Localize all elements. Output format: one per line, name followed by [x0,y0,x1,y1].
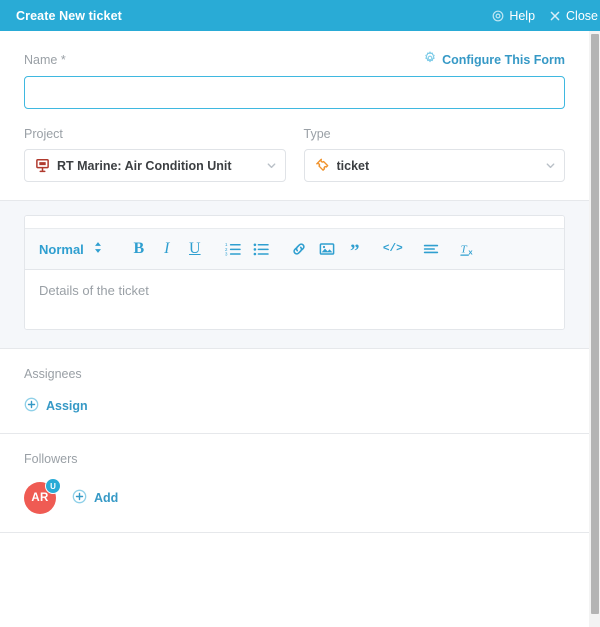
close-button[interactable]: Close [549,9,598,23]
scrollbar-thumb[interactable] [591,34,599,614]
avatar[interactable]: AR U [24,478,61,514]
name-field-header: Name * Configure This Form [24,51,565,68]
configure-form-link[interactable]: Configure This Form [423,51,565,68]
italic-icon[interactable]: I [153,235,181,263]
assignees-label: Assignees [24,367,82,381]
type-select[interactable]: ticket [303,149,565,182]
chevron-down-icon [545,160,556,171]
create-ticket-dialog: Create New ticket Help Close Name * Conf… [0,0,600,627]
project-field-group: Project RT Marine: Air Condition Unit [24,127,286,182]
configure-form-label: Configure This Form [442,52,565,67]
image-icon[interactable] [313,235,341,263]
lifebuoy-icon [492,10,504,22]
editor-top-strip [25,216,564,229]
description-editor: Normal B I U 1 2 3 ” </> T x Details of … [24,215,565,330]
underline-icon[interactable]: U [181,235,209,263]
description-placeholder: Details of the ticket [39,283,149,298]
type-field-group: Type ticket [303,127,565,182]
close-label: Close [566,8,598,23]
chevron-updown-icon [93,241,103,257]
close-icon [549,10,561,22]
avatar-badge: U [45,478,61,494]
description-editor-panel: Normal B I U 1 2 3 ” </> T x Details of … [0,200,589,349]
code-icon[interactable]: </> [379,235,407,263]
link-icon[interactable] [285,235,313,263]
assign-button[interactable]: Assign [24,397,88,415]
project-type-row: Project RT Marine: Air Condition Unit Ty… [24,127,565,182]
svg-text:x: x [469,247,474,256]
type-label: Type [303,127,331,141]
dialog-titlebar: Create New ticket Help Close [0,0,600,31]
svg-text:T: T [461,243,468,255]
name-label: Name * [24,52,66,67]
vertical-scrollbar[interactable] [589,31,600,627]
project-select-value: RT Marine: Air Condition Unit [57,158,232,173]
assignees-group: Assignees Assign [0,349,589,433]
assign-label: Assign [46,399,88,413]
project-board-icon [35,158,50,173]
clear-format-icon[interactable]: T x [455,235,483,263]
gear-icon [423,51,437,68]
bullet-list-icon[interactable] [247,235,275,263]
name-field-group: Name * Configure This Form [0,31,589,109]
description-input[interactable]: Details of the ticket [25,270,564,329]
add-follower-button[interactable]: Add [72,489,118,507]
align-icon[interactable] [417,235,445,263]
svg-text:3: 3 [225,251,228,256]
blockquote-icon[interactable]: ” [341,232,369,266]
dialog-body: Name * Configure This Form Project RT Ma… [0,31,600,627]
assignees-row: Assign [24,397,565,415]
project-label: Project [24,127,63,141]
titlebar-actions: Help Close [492,9,598,23]
project-type-group: Project RT Marine: Air Condition Unit Ty… [0,109,589,200]
followers-label: Followers [24,452,78,466]
help-label: Help [509,8,536,23]
ticket-icon [315,158,330,173]
plus-circle-icon [24,397,39,415]
bold-icon[interactable]: B [125,235,153,263]
chevron-down-icon [266,160,277,171]
add-follower-label: Add [94,491,119,505]
help-button[interactable]: Help [492,9,535,23]
followers-group: Followers AR U Add [0,434,589,532]
name-input[interactable] [24,76,565,109]
dialog-title: Create New ticket [16,8,122,23]
text-style-label: Normal [39,241,84,257]
text-style-dropdown[interactable]: Normal [39,241,103,257]
plus-circle-icon [72,489,87,507]
body-tail-spacer [0,533,600,555]
editor-toolbar: Normal B I U 1 2 3 ” </> T x [25,229,564,270]
ordered-list-icon[interactable]: 1 2 3 [219,235,247,263]
followers-row: AR U Add [24,478,565,514]
type-select-value: ticket [336,158,370,173]
project-select[interactable]: RT Marine: Air Condition Unit [24,149,286,182]
